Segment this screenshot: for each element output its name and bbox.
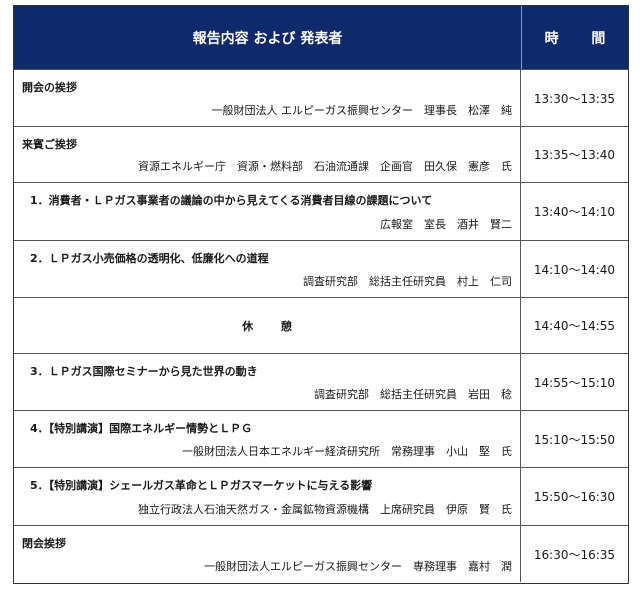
table-row: 5．【特別講演】シェールガス革命とＬＰガスマーケットに与える影響 独立行政法人石… <box>14 467 628 525</box>
time-cell: 14:55～15:10 <box>533 375 616 390</box>
item-title: 閉会挨拶 <box>22 537 66 550</box>
header-content-label: 報告内容 および 発表者 <box>14 6 522 69</box>
content-cell: 開会の挨拶 一般財団法人 エルピーガス振興センター 理事長 松澤 純 <box>14 70 521 126</box>
item-title: 5．【特別講演】シェールガス革命とＬＰガスマーケットに与える影響 <box>30 479 373 492</box>
item-speaker: 調査研究部 総括主任研究員 村上 仁司 <box>303 275 512 288</box>
table-row: 1．消費者・ＬＰガス事業者の議論の中から見えてくる消費者目線の課題について 広報… <box>14 182 628 240</box>
table-row: 3．ＬＰガス国際セミナーから見た世界の動き 調査研究部 総括主任研究員 岩田 稔… <box>14 353 628 410</box>
table-row: 休 憩 14:40～14:55 <box>14 297 628 353</box>
item-title: 開会の挨拶 <box>22 81 77 94</box>
content-cell: 3．ＬＰガス国際セミナーから見た世界の動き 調査研究部 総括主任研究員 岩田 稔 <box>14 354 521 410</box>
break-label: 休 憩 <box>242 319 304 333</box>
content-cell: 4．【特別講演】国際エネルギー情勢とＬＰＧ 一般財団法人日本エネルギー経済研究所… <box>14 411 521 467</box>
time-cell: 14:40～14:55 <box>533 319 616 333</box>
time-cell: 16:30～16:35 <box>533 547 616 562</box>
content-cell: 休 憩 <box>14 298 521 353</box>
time-cell: 13:30～13:35 <box>533 91 616 106</box>
content-cell: 2．ＬＰガス小売価格の透明化、低廉化への道程 調査研究部 総括主任研究員 村上 … <box>14 241 521 297</box>
item-speaker: 調査研究部 総括主任研究員 岩田 稔 <box>314 388 512 401</box>
header-time-label: 時 間 <box>544 30 620 47</box>
item-title: 1．消費者・ＬＰガス事業者の議論の中から見えてくる消費者目線の課題について <box>30 194 433 207</box>
table-row: 2．ＬＰガス小売価格の透明化、低廉化への道程 調査研究部 総括主任研究員 村上 … <box>14 240 628 297</box>
item-speaker: 一般財団法人日本エネルギー経済研究所 常務理事 小山 堅 氏 <box>182 445 512 458</box>
table-row: 4．【特別講演】国際エネルギー情勢とＬＰＧ 一般財団法人日本エネルギー経済研究所… <box>14 410 628 467</box>
table-header: 報告内容 および 発表者 時 間 <box>14 6 628 69</box>
time-cell: 15:50～16:30 <box>533 490 616 504</box>
time-cell: 13:35～13:40 <box>533 148 616 162</box>
item-title: 4．【特別講演】国際エネルギー情勢とＬＰＧ <box>30 422 253 435</box>
item-speaker: 広報室 室長 酒井 賢二 <box>380 218 512 231</box>
item-title: 来賓ご挨拶 <box>22 138 77 151</box>
content-cell: 1．消費者・ＬＰガス事業者の議論の中から見えてくる消費者目線の課題について 広報… <box>14 183 521 240</box>
time-cell: 15:10～15:50 <box>533 432 616 447</box>
time-cell: 13:40～14:10 <box>533 205 616 219</box>
content-cell: 5．【特別講演】シェールガス革命とＬＰガスマーケットに与える影響 独立行政法人石… <box>14 468 521 525</box>
item-title: 2．ＬＰガス小売価格の透明化、低廉化への道程 <box>30 252 269 265</box>
table-row: 来賓ご挨拶 資源エネルギー庁 資源・燃料部 石油流通課 企画官 田久保 憲彦 氏… <box>14 126 628 182</box>
content-cell: 来賓ご挨拶 資源エネルギー庁 資源・燃料部 石油流通課 企画官 田久保 憲彦 氏 <box>14 127 521 182</box>
schedule-table: 報告内容 および 発表者 時 間 開会の挨拶 一般財団法人 エルピーガス振興セン… <box>13 5 629 584</box>
item-speaker: 一般財団法人 エルピーガス振興センター 理事長 松澤 純 <box>211 104 513 117</box>
table-row: 閉会挨拶 一般財団法人エルピーガス振興センター 専務理事 嘉村 潤 16:30～… <box>14 525 628 582</box>
table-row: 開会の挨拶 一般財団法人 エルピーガス振興センター 理事長 松澤 純 13:30… <box>14 69 628 126</box>
item-speaker: 独立行政法人石油天然ガス・金属鉱物資源機構 上席研究員 伊原 賢 氏 <box>138 503 512 516</box>
time-cell: 14:10～14:40 <box>533 262 616 277</box>
item-speaker: 一般財団法人エルピーガス振興センター 専務理事 嘉村 潤 <box>204 560 512 573</box>
item-speaker: 資源エネルギー庁 資源・燃料部 石油流通課 企画官 田久保 憲彦 氏 <box>138 160 512 173</box>
item-title: 3．ＬＰガス国際セミナーから見た世界の動き <box>30 365 258 378</box>
content-cell: 閉会挨拶 一般財団法人エルピーガス振興センター 専務理事 嘉村 潤 <box>14 526 521 582</box>
